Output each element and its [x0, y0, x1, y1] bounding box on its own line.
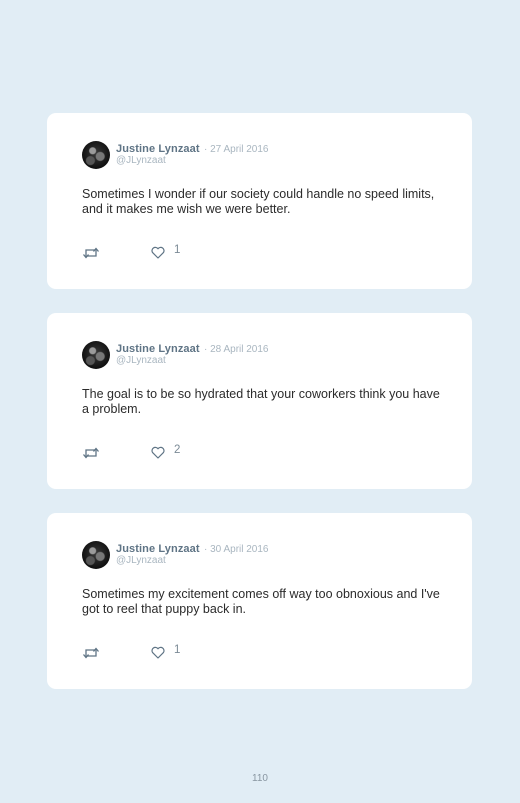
retweet-icon[interactable]: [82, 446, 100, 460]
heart-icon[interactable]: [151, 246, 165, 259]
author-name[interactable]: Justine Lynzaat: [116, 543, 200, 555]
tweet-date[interactable]: · 27 April 2016: [204, 144, 269, 155]
retweet-icon[interactable]: [82, 646, 100, 660]
retweet-icon[interactable]: [82, 246, 100, 260]
author-name[interactable]: Justine Lynzaat: [116, 343, 200, 355]
author-handle[interactable]: @JLynzaat: [116, 555, 166, 566]
tweet-text: Sometimes I wonder if our society could …: [82, 187, 435, 216]
tweet-card: Justine Lynzaat · 30 April 2016 @JLynzaa…: [47, 513, 472, 689]
heart-icon[interactable]: [151, 446, 165, 459]
author-handle[interactable]: @JLynzaat: [116, 155, 166, 166]
like-count: 1: [174, 644, 181, 656]
tweet-date[interactable]: · 28 April 2016: [204, 344, 269, 355]
tweet-text: The goal is to be so hydrated that your …: [82, 387, 440, 416]
author-name[interactable]: Justine Lynzaat: [116, 143, 200, 155]
avatar[interactable]: [82, 341, 110, 369]
like-count: 2: [174, 444, 181, 456]
tweet-card: Justine Lynzaat · 27 April 2016 @JLynzaa…: [47, 113, 472, 289]
avatar[interactable]: [82, 541, 110, 569]
tweet-date[interactable]: · 30 April 2016: [204, 544, 269, 555]
like-count: 1: [174, 244, 181, 256]
heart-icon[interactable]: [151, 646, 165, 659]
tweet-text: Sometimes my excitement comes off way to…: [82, 587, 440, 616]
page-number: 110: [252, 773, 268, 784]
author-handle[interactable]: @JLynzaat: [116, 355, 166, 366]
tweet-card: Justine Lynzaat · 28 April 2016 @JLynzaa…: [47, 313, 472, 489]
avatar[interactable]: [82, 141, 110, 169]
